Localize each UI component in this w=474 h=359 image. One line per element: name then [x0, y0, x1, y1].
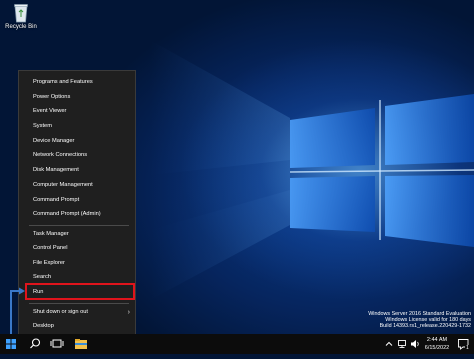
menu-item-disk-management[interactable]: Disk Management	[19, 164, 135, 177]
task-view-button[interactable]	[46, 334, 68, 354]
run-highlight-box	[25, 283, 135, 300]
network-icon	[398, 340, 406, 348]
menu-item-system[interactable]: System	[19, 120, 135, 133]
search-button[interactable]	[24, 334, 46, 354]
file-explorer-taskbar-button[interactable]	[70, 334, 92, 354]
taskbar: 2:44 AM 6/15/2022 1	[0, 334, 474, 354]
menu-item-desktop[interactable]: Desktop	[19, 320, 135, 333]
chevron-right-icon: ›	[127, 309, 130, 316]
menu-item-control-panel[interactable]: Control Panel	[19, 242, 135, 255]
menu-item-device-manager[interactable]: Device Manager	[19, 135, 135, 148]
menu-item-task-manager[interactable]: Task Manager	[19, 228, 135, 241]
recycle-bin-icon	[14, 4, 28, 23]
menu-separator	[29, 303, 129, 304]
menu-item-file-explorer[interactable]: File Explorer	[19, 257, 135, 270]
file-explorer-icon	[75, 339, 87, 349]
menu-item-network-connections[interactable]: Network Connections	[19, 149, 135, 162]
menu-item-label: Shut down or sign out	[33, 309, 89, 315]
menu-separator	[29, 225, 129, 226]
clock-date: 6/15/2022	[424, 345, 450, 351]
clock-time: 2:44 AM	[426, 337, 448, 343]
notification-count-badge: 1	[465, 345, 470, 351]
menu-item-command-prompt-admin[interactable]: Command Prompt (Admin)	[19, 208, 135, 221]
notification-icon	[458, 339, 469, 350]
show-hidden-icons-button[interactable]	[383, 334, 395, 354]
action-center-button[interactable]: 1	[455, 334, 473, 354]
menu-item-computer-management[interactable]: Computer Management	[19, 179, 135, 192]
windows-edition-watermark: Windows Server 2016 Standard Evaluation …	[368, 311, 471, 330]
menu-item-command-prompt[interactable]: Command Prompt	[19, 194, 135, 207]
search-icon	[30, 338, 41, 349]
network-tray-button[interactable]	[396, 334, 408, 354]
recycle-bin-shortcut[interactable]: Recycle Bin	[4, 3, 38, 30]
menu-item-power-options[interactable]: Power Options	[19, 91, 135, 104]
start-button[interactable]	[0, 334, 22, 354]
windows-start-icon	[6, 339, 16, 349]
menu-item-shut-down-or-sign-out[interactable]: Shut down or sign out ›	[19, 306, 135, 319]
menu-item-programs-and-features[interactable]: Programs and Features	[19, 76, 135, 89]
recycle-bin-label: Recycle Bin	[5, 24, 37, 30]
clock-tray-button[interactable]: 2:44 AM 6/15/2022	[420, 334, 454, 354]
chevron-up-icon	[385, 341, 393, 346]
task-view-icon	[50, 339, 64, 348]
watermark-build: Build 14393.rs1_release.220429-1732	[379, 323, 471, 330]
menu-item-event-viewer[interactable]: Event Viewer	[19, 105, 135, 118]
